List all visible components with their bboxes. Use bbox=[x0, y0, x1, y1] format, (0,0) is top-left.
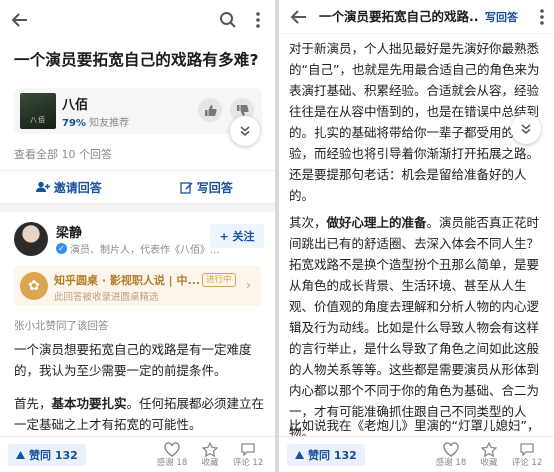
heart-icon bbox=[431, 440, 471, 458]
status-badge: 进行中 bbox=[202, 273, 236, 287]
chevron-down-icon[interactable] bbox=[230, 116, 260, 146]
write-answer-button[interactable]: 写回答 bbox=[485, 9, 518, 25]
back-arrow-icon[interactable] bbox=[287, 5, 311, 29]
heart-icon bbox=[152, 440, 192, 458]
write-answer-button[interactable]: 写回答 bbox=[138, 171, 276, 203]
answer-paragraph: 其次，做好心理上的准备。演员能否真正花时间跳出已有的舒适圈、去深入体会不同人生？… bbox=[289, 215, 540, 440]
roundtable-subtitle: 此回答被收录进圆桌精选 bbox=[54, 292, 159, 303]
search-icon[interactable] bbox=[216, 8, 240, 32]
verified-badge-icon: ✓ bbox=[56, 243, 67, 254]
collect-button[interactable]: 收藏 bbox=[469, 440, 509, 469]
comment-icon bbox=[228, 440, 268, 458]
upvote-button[interactable]: 赞同 132 bbox=[287, 444, 365, 466]
author-name[interactable]: 梁静 bbox=[56, 222, 82, 241]
question-title: 一个演员要拓宽自己的戏路有多难? bbox=[14, 51, 259, 69]
section-divider bbox=[0, 204, 275, 212]
avatar[interactable] bbox=[14, 222, 48, 256]
answer-page: 一个演员要拓宽自己的戏路... 写回答 对于新演员，个人拙见最好是先演好你最熟悉… bbox=[279, 0, 554, 472]
chevron-down-icon[interactable] bbox=[511, 114, 541, 144]
top-bar bbox=[0, 0, 275, 40]
star-icon bbox=[469, 440, 509, 458]
follow-button[interactable]: + 关注 bbox=[210, 224, 264, 248]
topic-card[interactable]: 八佰 八佰 79% 知友推荐 bbox=[14, 88, 262, 134]
topic-recommend: 79% 知友推荐 bbox=[62, 118, 130, 129]
view-all-answers-link[interactable]: 查看全部 10 个回答 bbox=[14, 146, 112, 162]
add-user-icon bbox=[35, 181, 50, 192]
answer-paragraph: 比如说我在《老炮儿》里演的“灯罩儿媳妇”， bbox=[289, 418, 540, 433]
author-desc: ✓ 演员、制片人，代表作《八佰》... bbox=[56, 241, 220, 256]
thumbs-up-icon[interactable] bbox=[198, 98, 222, 122]
answer-paragraph: 对于新演员，个人拙见最好是先演好你最熟悉的“自己”，也就是先用最合适自己的角色来… bbox=[289, 41, 540, 203]
comment-button[interactable]: 评论 12 bbox=[507, 440, 547, 469]
roundtable-card[interactable]: ✿ 知乎圆桌 · 影视职人说 | 中... 此回答被收录进圆桌精选 进行中 › bbox=[14, 266, 262, 306]
upvote-button[interactable]: 赞同 132 bbox=[8, 444, 86, 466]
answer-actions: 邀请回答 写回答 bbox=[0, 170, 275, 204]
bottom-action-bar: 赞同 132 感谢 18 收藏 评论 12 bbox=[0, 436, 275, 472]
topic-name: 八佰 bbox=[62, 98, 89, 113]
collect-button[interactable]: 收藏 bbox=[190, 440, 230, 469]
question-page: 一个演员要拓宽自己的戏路有多难? 八佰 八佰 79% 知友推荐 查看全部 10 … bbox=[0, 0, 275, 472]
thanks-button[interactable]: 感谢 18 bbox=[152, 440, 192, 469]
triangle-up-icon bbox=[295, 451, 304, 459]
bottom-action-bar: 赞同 132 感谢 18 收藏 评论 12 bbox=[279, 436, 554, 472]
answer-paragraph: 首先，基本功要扎实。任何拓展都必须建立在一定基础之上才有拓宽的可能性。 bbox=[14, 396, 265, 432]
movie-poster: 八佰 bbox=[20, 93, 56, 129]
comment-button[interactable]: 评论 12 bbox=[228, 440, 268, 469]
back-arrow-icon[interactable] bbox=[8, 8, 32, 32]
chevron-right-icon: › bbox=[246, 278, 251, 292]
question-title[interactable]: 一个演员要拓宽自己的戏路... bbox=[319, 6, 479, 25]
comment-icon bbox=[507, 440, 547, 458]
triangle-up-icon bbox=[16, 451, 25, 459]
more-vertical-icon[interactable] bbox=[246, 8, 270, 32]
invite-answer-button[interactable]: 邀请回答 bbox=[0, 171, 138, 203]
more-vertical-icon[interactable] bbox=[530, 5, 554, 29]
roundtable-logo-icon: ✿ bbox=[20, 272, 48, 300]
voted-by-text: 张小北赞同了该回答 bbox=[14, 320, 109, 332]
edit-icon bbox=[180, 181, 193, 194]
thanks-button[interactable]: 感谢 18 bbox=[431, 440, 471, 469]
top-bar: 一个演员要拓宽自己的戏路... 写回答 bbox=[279, 0, 554, 34]
roundtable-title: 知乎圆桌 · 影视职人说 | 中... bbox=[54, 274, 201, 287]
answer-paragraph: 一个演员想要拓宽自己的戏路是有一定难度的，我认为至少需要一定的前提条件。 bbox=[14, 342, 252, 378]
star-icon bbox=[190, 440, 230, 458]
